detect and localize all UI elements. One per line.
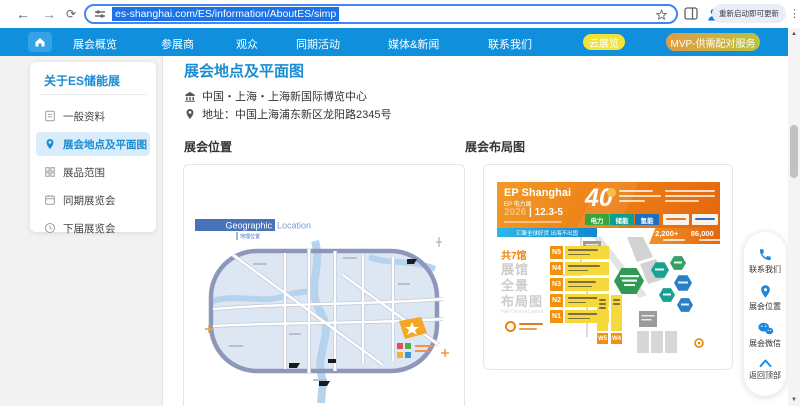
address-row: 地址：中国上海浦东新区龙阳路2345号 xyxy=(184,106,391,122)
quick-action-panel: 联系我们 展会位置 展会微信 返回顶部 xyxy=(744,232,786,396)
url-text[interactable]: es-shanghai.com/ES/information/AboutES/s… xyxy=(112,7,339,21)
sidebar-item-exhibit-scope[interactable]: 展品范围 xyxy=(36,160,150,184)
hall-w5-bar xyxy=(597,295,608,331)
nav-item-events[interactable]: 同期活动 xyxy=(296,36,340,52)
nav-item-overview[interactable]: 展会概览 xyxy=(73,36,117,52)
partner-logo-1 xyxy=(663,214,689,225)
section-header-location: 展会位置 xyxy=(184,138,232,155)
menu-dots-icon[interactable]: ⋮ xyxy=(789,4,800,24)
back-icon[interactable]: ← xyxy=(16,4,30,24)
location-pin-icon xyxy=(44,138,56,150)
hall-row-n5: N5 xyxy=(550,246,609,259)
poster-brand: EP Shanghai xyxy=(504,187,571,199)
divider xyxy=(40,94,146,95)
browser-toolbar: ← → ⟳ es-shanghai.com/ES/information/Abo… xyxy=(0,0,800,28)
scroll-up-icon[interactable]: ▲ xyxy=(788,31,800,37)
nav-item-contact[interactable]: 联系我们 xyxy=(488,36,532,52)
hall-w4-bar xyxy=(611,295,622,331)
layout-poster-card[interactable]: EP Shanghai EP 电力展 2026 | 12.3-5 40 电力 储… xyxy=(483,164,733,370)
bookmark-star-icon[interactable] xyxy=(655,8,668,21)
quick-wechat-button[interactable]: 展会微信 xyxy=(749,321,781,349)
poster-dates: 2026 | 12.3-5 xyxy=(504,207,563,218)
nav-item-media[interactable]: 媒体&新闻 xyxy=(388,36,439,52)
side-panel-icon[interactable] xyxy=(684,7,698,20)
poster-40th-logo: 40 xyxy=(585,184,613,213)
sidebar-item-label: 展会地点及平面图 xyxy=(63,137,147,152)
site-info-icon[interactable] xyxy=(94,8,106,20)
venue-text: 中国・上海・上海新国际博览中心 xyxy=(202,88,367,104)
sidebar-item-label: 一般资料 xyxy=(63,109,105,124)
sidebar-item-label: 下届展览会 xyxy=(63,221,116,236)
map-card[interactable]: Geographic Location 地理位置 xyxy=(183,164,465,406)
address-text: 地址：中国上海浦东新区龙阳路2345号 xyxy=(202,106,391,122)
address-pin-icon xyxy=(184,108,196,120)
hall-row-n4: N4 xyxy=(550,262,609,275)
back-to-top-button[interactable]: 返回顶部 xyxy=(749,358,781,381)
clock-icon xyxy=(44,222,56,234)
scroll-down-icon[interactable]: ▼ xyxy=(788,397,800,403)
phone-icon xyxy=(758,247,773,262)
poster-header: EP Shanghai EP 电力展 2026 | 12.3-5 40 电力 储… xyxy=(497,182,720,228)
update-chip[interactable]: 重新启动即可更新 xyxy=(712,4,786,23)
section-header-layout: 展会布局图 xyxy=(465,138,525,155)
sidebar-item-concurrent-shows[interactable]: 同期展览会 xyxy=(36,188,150,212)
north-arrow xyxy=(436,237,442,247)
venue-row: 中国・上海・上海新国际博览中心 xyxy=(184,88,367,104)
map-title-rest: Location xyxy=(277,221,311,231)
wechat-icon xyxy=(757,321,774,336)
nav-item-visitors[interactable]: 观众 xyxy=(236,36,258,52)
geographic-location-map: Geographic Location 地理位置 xyxy=(193,213,455,406)
tag-hydrogen: 氢能 xyxy=(635,214,659,225)
poster-body: 共7馆 展馆 全景 布局图 Hall Overall Layout xyxy=(497,237,720,354)
site-nav: 展会概览 参展商 观众 同期活动 媒体&新闻 联系我们 云展览 MVP-供需配对… xyxy=(0,28,788,56)
sidebar-item-location-floorplan[interactable]: 展会地点及平面图 xyxy=(36,132,150,156)
map-title-cn: 地理位置 xyxy=(240,233,260,240)
page-title: 展会地点及平面图 xyxy=(184,60,304,81)
poster-year: 2026 xyxy=(504,207,526,218)
tag-power: 电力 xyxy=(585,214,609,225)
mvp-matchmaking-button[interactable]: MVP-供需配对服务 xyxy=(666,33,760,51)
location-pin-icon xyxy=(758,284,773,299)
partner-logo-2 xyxy=(692,214,718,225)
hall-w4: W4 xyxy=(611,333,622,344)
poster-date-range: | 12.3-5 xyxy=(529,207,563,218)
page-scrollbar[interactable]: ▲ ▼ xyxy=(788,28,800,406)
sidebar-title: 关于ES储能展 xyxy=(44,72,120,89)
back-to-top-label: 返回顶部 xyxy=(749,370,781,381)
nav-item-exhibitors[interactable]: 参展商 xyxy=(161,36,194,52)
venue-building-icon xyxy=(184,90,196,102)
poster-slogan-ribbon: 汇聚全球好货 出海不出国 xyxy=(497,228,597,237)
sidebar-item-label: 同期展览会 xyxy=(63,193,116,208)
map-title-highlight: Geographic xyxy=(225,221,272,231)
scrollbar-thumb[interactable] xyxy=(790,125,798,178)
cloud-expo-button[interactable]: 云展览 xyxy=(583,34,625,50)
reload-icon[interactable]: ⟳ xyxy=(66,4,76,24)
home-icon xyxy=(34,36,46,48)
sidebar: 关于ES储能展 一般资料 展会地点及平面图 展品范围 xyxy=(30,62,156,232)
quick-contact-button[interactable]: 联系我们 xyxy=(749,247,781,275)
url-bar[interactable]: es-shanghai.com/ES/information/AboutES/s… xyxy=(84,4,678,24)
layout-poster: EP Shanghai EP 电力展 2026 | 12.3-5 40 电力 储… xyxy=(497,182,720,354)
document-icon xyxy=(44,110,56,122)
quick-location-label: 展会位置 xyxy=(749,301,781,312)
sidebar-item-next-show[interactable]: 下届展览会 xyxy=(36,216,150,240)
tag-storage: 储能 xyxy=(610,214,634,225)
browser-window: ← → ⟳ es-shanghai.com/ES/information/Abo… xyxy=(0,0,800,406)
nav-home-button[interactable] xyxy=(28,32,52,52)
sidebar-item-general-info[interactable]: 一般资料 xyxy=(36,104,150,128)
calendar-icon xyxy=(44,194,56,206)
grid-icon xyxy=(44,166,56,178)
forward-icon[interactable]: → xyxy=(42,4,56,24)
quick-contact-label: 联系我们 xyxy=(749,264,781,275)
quick-wechat-label: 展会微信 xyxy=(749,338,781,349)
hall-row-n3: N3 xyxy=(550,278,609,291)
hall-w5: W5 xyxy=(597,333,608,344)
sidebar-item-label: 展品范围 xyxy=(63,165,105,180)
quick-location-button[interactable]: 展会位置 xyxy=(749,284,781,312)
chevron-up-icon xyxy=(758,358,773,368)
